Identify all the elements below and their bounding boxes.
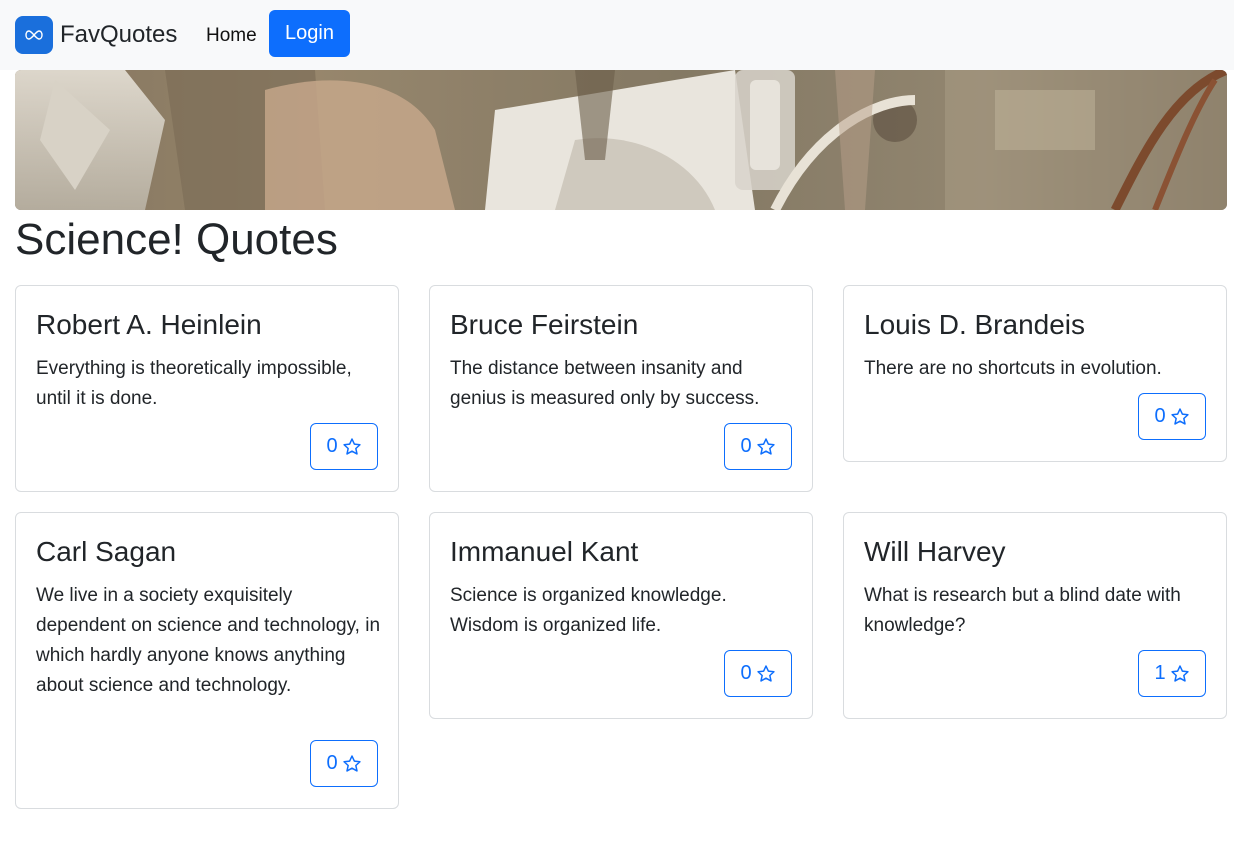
quote-author: Robert A. Heinlein bbox=[36, 309, 262, 340]
favorite-count: 0 bbox=[740, 435, 752, 457]
star-outline-icon bbox=[756, 437, 775, 455]
quote-author: Louis D. Brandeis bbox=[864, 309, 1086, 340]
brand-link[interactable]: FavQuotes bbox=[15, 16, 177, 54]
quote-card: Robert A. Heinlein Everything is theoret… bbox=[15, 285, 399, 492]
quote-card: Carl Sagan We live in a society exquisit… bbox=[15, 512, 399, 809]
quote-text: There are no shortcuts in evolution. bbox=[864, 358, 1162, 379]
favorite-count: 0 bbox=[326, 752, 338, 774]
quote-text: Everything is theoretically impossible, … bbox=[36, 358, 352, 409]
star-outline-icon bbox=[342, 754, 361, 772]
nav-home-link[interactable]: Home bbox=[206, 25, 257, 47]
quote-text: Science is organized knowledge. Wisdom i… bbox=[450, 585, 727, 636]
quote-card: Will Harvey What is research but a blind… bbox=[843, 512, 1227, 719]
favorite-button[interactable]: 0 bbox=[310, 740, 378, 787]
favorite-button[interactable]: 0 bbox=[1138, 393, 1206, 440]
login-button[interactable]: Login bbox=[269, 10, 350, 57]
star-outline-icon bbox=[1170, 407, 1189, 425]
page-title: Science! Quotes bbox=[15, 215, 338, 264]
quote-text: The distance between insanity and genius… bbox=[450, 358, 760, 409]
quote-text: What is research but a blind date with k… bbox=[864, 585, 1181, 636]
quote-author: Immanuel Kant bbox=[450, 536, 639, 567]
quote-text: We live in a society exquisitely depende… bbox=[36, 585, 381, 696]
hero-banner-image bbox=[15, 70, 1227, 210]
star-outline-icon bbox=[342, 437, 361, 455]
favorite-count: 0 bbox=[1154, 405, 1166, 427]
quote-author: Will Harvey bbox=[864, 536, 1006, 567]
quote-card: Bruce Feirstein The distance between ins… bbox=[429, 285, 813, 492]
navbar: FavQuotes Home Login bbox=[0, 0, 1234, 70]
quote-card: Louis D. Brandeis There are no shortcuts… bbox=[843, 285, 1227, 462]
infinity-logo-icon bbox=[15, 16, 53, 54]
star-outline-icon bbox=[1170, 664, 1189, 682]
favorite-button[interactable]: 0 bbox=[310, 423, 378, 470]
quote-card: Immanuel Kant Science is organized knowl… bbox=[429, 512, 813, 719]
quote-author: Carl Sagan bbox=[36, 536, 177, 567]
favorite-button[interactable]: 0 bbox=[724, 650, 792, 697]
favorite-count: 0 bbox=[326, 435, 338, 457]
star-outline-icon bbox=[756, 664, 775, 682]
brand-name[interactable]: FavQuotes bbox=[60, 21, 177, 49]
favorite-button[interactable]: 1 bbox=[1138, 650, 1206, 697]
favorite-count: 0 bbox=[740, 662, 752, 684]
favorite-count: 1 bbox=[1154, 662, 1166, 684]
favorite-button[interactable]: 0 bbox=[724, 423, 792, 470]
quote-author: Bruce Feirstein bbox=[450, 309, 639, 340]
